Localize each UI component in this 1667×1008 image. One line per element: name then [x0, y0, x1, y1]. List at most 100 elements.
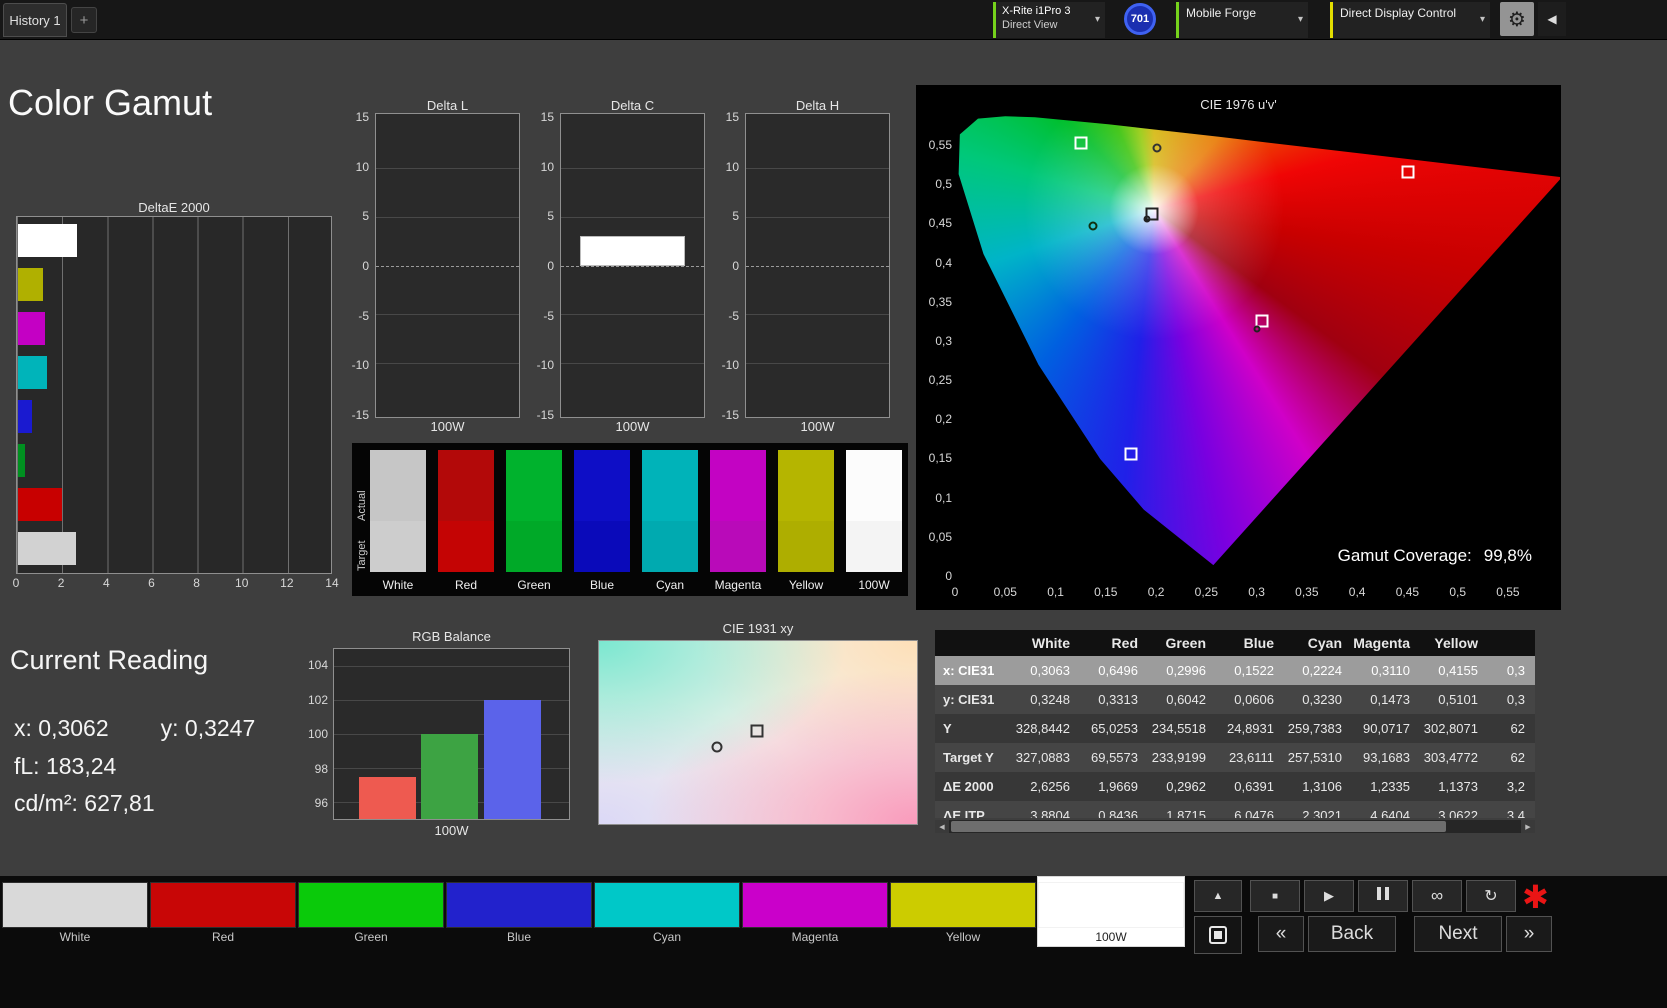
col-header-cyan: Cyan — [1307, 635, 1342, 651]
back-button[interactable]: Back — [1308, 916, 1396, 952]
delta-c-bar — [579, 236, 686, 266]
loop-button[interactable]: ↻ — [1466, 880, 1516, 912]
add-tab-button[interactable]: + — [71, 7, 97, 33]
delta-h-xlabel: 100W — [800, 419, 835, 434]
row-label: Target Y — [943, 750, 994, 765]
gridline — [376, 167, 519, 169]
plus-icon: + — [79, 11, 89, 29]
col-header-red: Red — [1111, 635, 1138, 651]
patch-label: Yellow — [945, 930, 981, 944]
patch-button-yellow[interactable]: Yellow — [890, 882, 1036, 946]
meter-dropdown[interactable]: X-Rite i1Pro 3 Direct View ▾ — [993, 2, 1105, 38]
patch-button-red[interactable]: Red — [150, 882, 296, 946]
cell: 0,3248 — [1030, 692, 1070, 707]
tick-label: -10 — [351, 358, 369, 373]
cell: 2,6256 — [1030, 779, 1070, 794]
table-scrollbar[interactable]: ◀ ▶ — [935, 820, 1535, 833]
tick-label: 14 — [325, 576, 339, 590]
patch-button-white[interactable]: White — [2, 882, 148, 946]
display-control-dropdown[interactable]: Direct Display Control ▾ — [1330, 2, 1490, 38]
tick-label: 10 — [355, 159, 369, 174]
table-row-de2000[interactable]: ΔE 2000 2,6256 1,9669 0,2962 0,6391 1,31… — [935, 772, 1535, 801]
cell: 1,9669 — [1098, 779, 1138, 794]
table-row-de-itp[interactable]: ΔE ITP 3,8804 0,8436 1,8715 6,0476 2,302… — [935, 801, 1535, 818]
cie1976-yticks: 0,55 0,5 0,45 0,4 0,35 0,3 0,25 0,2 0,15 0,1 0,05 0 — [920, 137, 952, 584]
pause-button[interactable] — [1358, 880, 1408, 912]
table-row-target-y[interactable]: Target Y 327,0883 69,5573 233,9199 23,61… — [935, 743, 1535, 772]
patch-label: White — [59, 930, 91, 944]
rgb-balance-yticks: 104 102 100 98 96 — [296, 657, 328, 811]
tick-label: -5 — [728, 308, 739, 323]
tab-history[interactable]: History 1 — [3, 3, 67, 37]
deltae-xticks: 0 2 4 6 8 10 12 14 — [6, 576, 342, 590]
play-button[interactable]: ▶ — [1304, 880, 1354, 912]
swatch-target — [574, 521, 630, 572]
next-arrow-button[interactable]: » — [1506, 916, 1552, 952]
delta-c-yticks: 15 10 5 0 -5 -10 -15 — [526, 109, 554, 423]
cell: 257,5310 — [1287, 750, 1342, 765]
scroll-right-button[interactable]: ▶ — [1521, 820, 1535, 833]
cell: 233,9199 — [1151, 750, 1206, 765]
swatch-label: Red — [454, 578, 477, 592]
tick-label: 15 — [540, 110, 554, 124]
stop-button[interactable]: ■ — [1250, 880, 1300, 912]
tick-label: 0,15 — [928, 451, 952, 466]
deltae-bar-white — [18, 224, 77, 257]
swatch-column-cyan: Cyan — [642, 450, 698, 592]
patch-label: 100W — [1095, 930, 1127, 944]
swatch-actual — [438, 450, 494, 521]
swatch-label: Green — [517, 578, 551, 592]
swatch-column-blue: Blue — [574, 450, 630, 592]
next-button[interactable]: Next — [1414, 916, 1502, 952]
loop-icon: ↻ — [1484, 888, 1498, 905]
table-row-y[interactable]: Y 328,8442 65,0253 234,5518 24,8931 259,… — [935, 714, 1535, 743]
settings-button[interactable]: ⚙ — [1500, 2, 1534, 36]
collapse-panel-button[interactable]: ◀ — [1538, 2, 1566, 36]
patch-button-magenta[interactable]: Magenta — [742, 882, 888, 946]
cell: 3,8804 — [1030, 808, 1070, 818]
tick-label: 0 — [945, 568, 952, 583]
gridline — [376, 314, 519, 316]
continuous-measure-button[interactable]: ∞ — [1412, 880, 1462, 912]
rgb-bar-red — [359, 776, 416, 819]
cell: 4,6404 — [1370, 808, 1410, 818]
cell: 0,6496 — [1098, 663, 1138, 678]
pattern-up-button[interactable]: ▲ — [1194, 880, 1242, 912]
cell: 1,2335 — [1370, 779, 1410, 794]
scroll-left-button[interactable]: ◀ — [935, 820, 949, 833]
patch-button-cyan[interactable]: Cyan — [594, 882, 740, 946]
cell: 0,3 — [1506, 692, 1525, 707]
tick-label: 0,25 — [928, 373, 952, 388]
patch-button-blue[interactable]: Blue — [446, 882, 592, 946]
tick-label: 0 — [732, 258, 739, 273]
patch-button-green[interactable]: Green — [298, 882, 444, 946]
tick-label: 2 — [57, 576, 65, 590]
table-row-y-cie31[interactable]: y: CIE31 0,3248 0,3313 0,6042 0,0606 0,3… — [935, 685, 1535, 714]
tick-label: -10 — [721, 358, 739, 373]
delta-c-xlabel: 100W — [615, 419, 650, 434]
fullscreen-pattern-button[interactable] — [1194, 916, 1242, 954]
measured-point-marker — [711, 741, 723, 753]
tick-label: 5 — [547, 209, 554, 224]
reading-x: x: 0,3062 — [14, 715, 109, 741]
patch-button-100w[interactable]: 100W — [1038, 877, 1184, 946]
gear-icon: ⚙ — [1508, 8, 1526, 31]
swatch-label: Magenta — [714, 578, 762, 592]
scrollbar-thumb[interactable] — [951, 821, 1446, 832]
table-row-x-cie31[interactable]: x: CIE31 0,3063 0,6496 0,2996 0,1522 0,2… — [935, 656, 1535, 685]
tick-label: 102 — [307, 692, 328, 707]
delta-l-xlabel: 100W — [430, 419, 465, 434]
back-arrow-button[interactable]: « — [1258, 916, 1304, 952]
pattern-source-dropdown[interactable]: Mobile Forge ▾ — [1176, 2, 1308, 38]
deltae-bar-magenta — [18, 312, 46, 345]
gridline — [376, 216, 519, 218]
yellow-point-marker — [1152, 143, 1162, 153]
swatch-column-white: White — [370, 450, 426, 592]
cell: 0,3313 — [1098, 692, 1138, 707]
meter-count-badge[interactable]: 701 — [1124, 3, 1156, 35]
patch-color — [150, 882, 296, 928]
cell: 1,8715 — [1166, 808, 1206, 818]
reading-fl: fL: 183,24 — [14, 753, 117, 779]
rgb-bar-green — [421, 734, 478, 819]
patch-label: Blue — [506, 930, 532, 944]
